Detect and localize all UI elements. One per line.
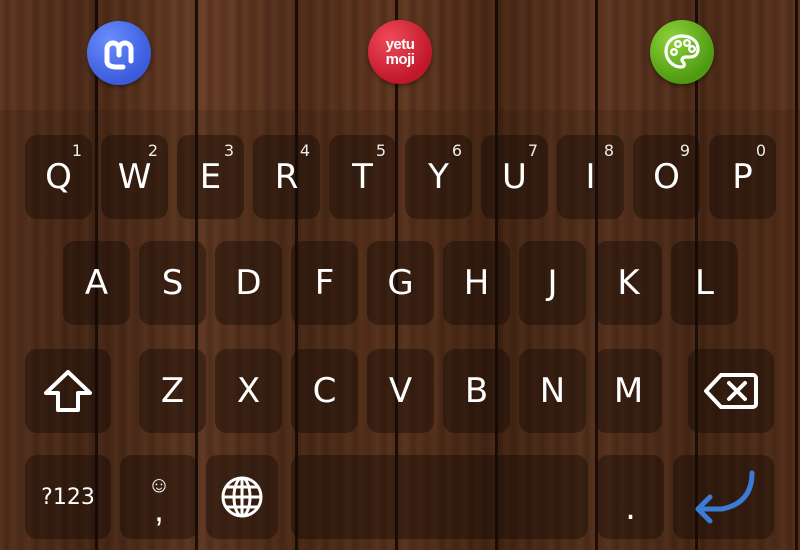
- key-label: X: [236, 371, 261, 411]
- key-g[interactable]: G: [367, 241, 434, 325]
- key-hint: 5: [375, 141, 386, 160]
- key-label: Q: [45, 157, 72, 197]
- key-k[interactable]: K: [595, 241, 662, 325]
- key-b[interactable]: B: [443, 349, 510, 433]
- yetumoji-line1: yetu: [385, 36, 415, 53]
- yetumoji-line2: moji: [385, 51, 415, 68]
- key-label: Y: [428, 157, 449, 197]
- yetumoji-icon: yetu moji: [386, 37, 415, 67]
- key-hint: 6: [451, 141, 462, 160]
- key-z[interactable]: Z: [139, 349, 206, 433]
- key-label: H: [463, 263, 490, 303]
- symbols-key[interactable]: ?123: [25, 455, 111, 539]
- backspace-key[interactable]: [688, 349, 774, 433]
- key-label: N: [539, 371, 566, 411]
- key-label: D: [235, 263, 262, 303]
- symbols-label: ?123: [41, 484, 95, 510]
- key-c[interactable]: C: [291, 349, 358, 433]
- key-label: I: [585, 157, 596, 197]
- key-label: J: [547, 263, 558, 303]
- key-m[interactable]: M: [595, 349, 662, 433]
- key-x[interactable]: X: [215, 349, 282, 433]
- key-label: V: [388, 371, 413, 411]
- suggestion-bar: yetu moji: [0, 0, 800, 100]
- key-label: E: [199, 157, 222, 197]
- period-label: .: [625, 488, 636, 528]
- enter-key[interactable]: [673, 455, 774, 539]
- emoji-comma-stack: ☺ ,: [148, 472, 170, 529]
- key-n[interactable]: N: [519, 349, 586, 433]
- emoji-comma-key[interactable]: ☺ ,: [120, 455, 198, 539]
- mastodon-icon: [104, 40, 134, 70]
- key-label: A: [84, 263, 109, 303]
- key-label: F: [314, 263, 335, 303]
- period-key[interactable]: .: [597, 455, 664, 539]
- key-d[interactable]: D: [215, 241, 282, 325]
- key-y[interactable]: Y 6: [405, 135, 472, 219]
- comma-label: ,: [154, 491, 164, 529]
- globe-icon: [221, 476, 263, 518]
- key-q[interactable]: Q 1: [25, 135, 92, 219]
- yetumoji-app-button[interactable]: yetu moji: [368, 20, 432, 84]
- space-bar[interactable]: [291, 455, 588, 539]
- key-label: W: [117, 157, 152, 197]
- key-label: G: [387, 263, 414, 303]
- key-t[interactable]: T 5: [329, 135, 396, 219]
- key-i[interactable]: I 8: [557, 135, 624, 219]
- key-label: B: [464, 371, 489, 411]
- key-hint: 4: [299, 141, 310, 160]
- key-hint: 0: [755, 141, 766, 160]
- key-o[interactable]: O 9: [633, 135, 700, 219]
- key-w[interactable]: W 2: [101, 135, 168, 219]
- shift-icon: [44, 370, 92, 412]
- key-hint: 9: [679, 141, 690, 160]
- key-label: P: [732, 157, 753, 197]
- key-label: C: [312, 371, 337, 411]
- key-p[interactable]: P 0: [709, 135, 776, 219]
- keyboard: Q 1 W 2 E 3 R 4 T 5 Y 6 U 7 I 8 O 9 P 0 …: [0, 110, 800, 550]
- palette-icon: [664, 34, 700, 69]
- key-l[interactable]: L: [671, 241, 738, 325]
- key-j[interactable]: J: [519, 241, 586, 325]
- key-hint: 1: [71, 141, 82, 160]
- key-r[interactable]: R 4: [253, 135, 320, 219]
- key-hint: 3: [223, 141, 234, 160]
- key-u[interactable]: U 7: [481, 135, 548, 219]
- key-label: S: [161, 263, 184, 303]
- backspace-icon: [704, 373, 758, 409]
- key-label: Z: [160, 371, 185, 411]
- key-label: O: [653, 157, 680, 197]
- key-label: L: [695, 263, 714, 303]
- key-label: U: [502, 157, 527, 197]
- key-v[interactable]: V: [367, 349, 434, 433]
- theme-app-button[interactable]: [650, 20, 714, 84]
- key-hint: 7: [527, 141, 538, 160]
- mastodon-app-button[interactable]: [87, 21, 151, 85]
- key-hint: 2: [147, 141, 158, 160]
- shift-key[interactable]: [25, 349, 111, 433]
- enter-arrow-icon: [695, 470, 754, 524]
- language-key[interactable]: [206, 455, 278, 539]
- key-hint: 8: [603, 141, 614, 160]
- key-label: R: [274, 157, 299, 197]
- key-h[interactable]: H: [443, 241, 510, 325]
- key-e[interactable]: E 3: [177, 135, 244, 219]
- key-s[interactable]: S: [139, 241, 206, 325]
- key-a[interactable]: A: [63, 241, 130, 325]
- key-f[interactable]: F: [291, 241, 358, 325]
- key-label: M: [613, 371, 644, 411]
- key-label: K: [617, 263, 640, 303]
- key-label: T: [352, 157, 373, 197]
